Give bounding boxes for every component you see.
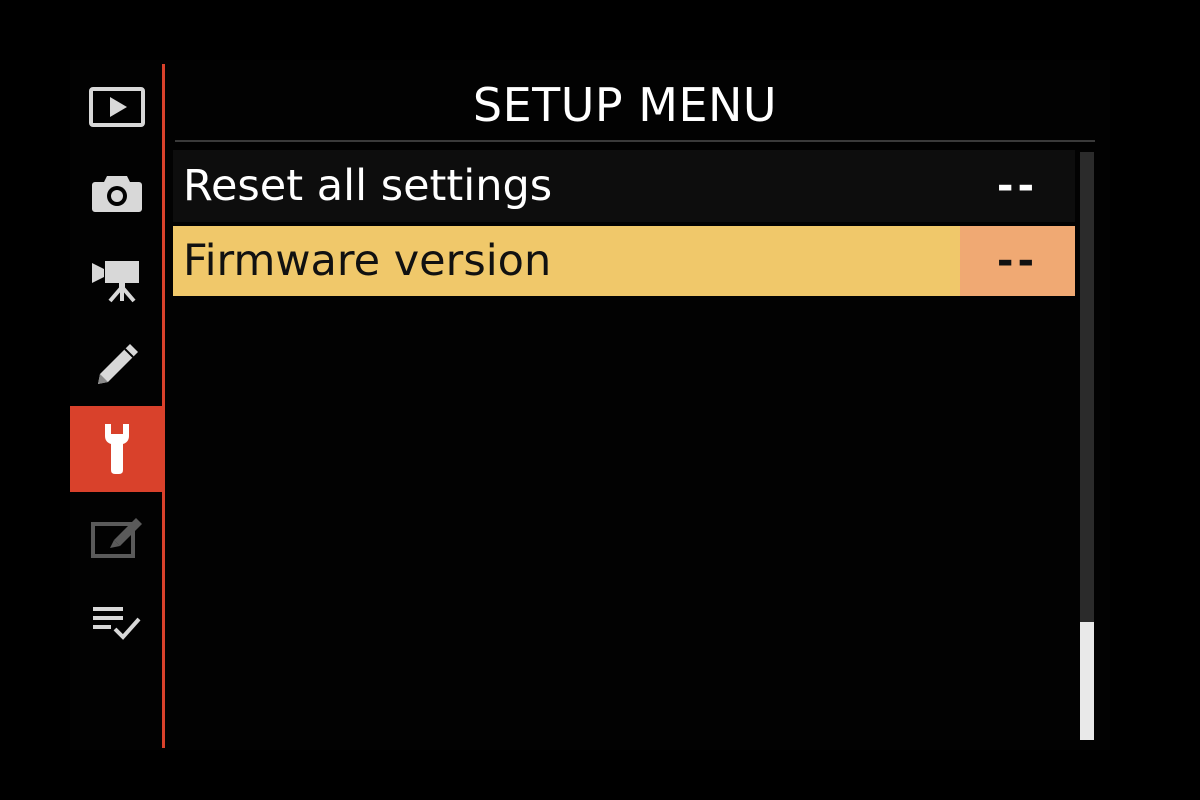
tab-retouch[interactable] — [70, 494, 163, 580]
menu-item-value: -- — [960, 226, 1075, 296]
menu-item-value: -- — [996, 163, 1039, 209]
retouch-icon — [90, 518, 142, 558]
wrench-icon — [104, 424, 129, 474]
menu-item-label: Firmware version — [183, 236, 552, 286]
menu-item-label: Reset all settings — [183, 161, 553, 211]
tab-divider — [162, 64, 165, 748]
menu-list: Reset all settings -- Firmware version -… — [173, 150, 1075, 300]
menu-item-firmware-version[interactable]: Firmware version -- — [173, 226, 1075, 296]
title-divider — [175, 140, 1095, 142]
scrollbar-thumb[interactable] — [1080, 622, 1094, 740]
camera-icon — [91, 176, 142, 212]
tab-movie-shooting[interactable] — [70, 236, 163, 322]
tab-my-menu[interactable] — [70, 580, 163, 666]
tab-photo-shooting[interactable] — [70, 150, 163, 236]
page-title: SETUP MENU — [472, 78, 778, 132]
my-menu-icon — [92, 607, 140, 640]
movie-camera-icon — [91, 261, 139, 303]
scrollbar-track[interactable] — [1080, 152, 1094, 740]
menu-item-reset-all-settings[interactable]: Reset all settings -- — [173, 150, 1075, 222]
tab-playback[interactable] — [70, 64, 163, 150]
playback-icon — [88, 87, 145, 127]
pencil-icon — [97, 344, 138, 384]
menu-tab-strip — [70, 60, 163, 750]
tab-custom-settings[interactable] — [70, 322, 163, 408]
tab-setup[interactable] — [70, 406, 163, 492]
